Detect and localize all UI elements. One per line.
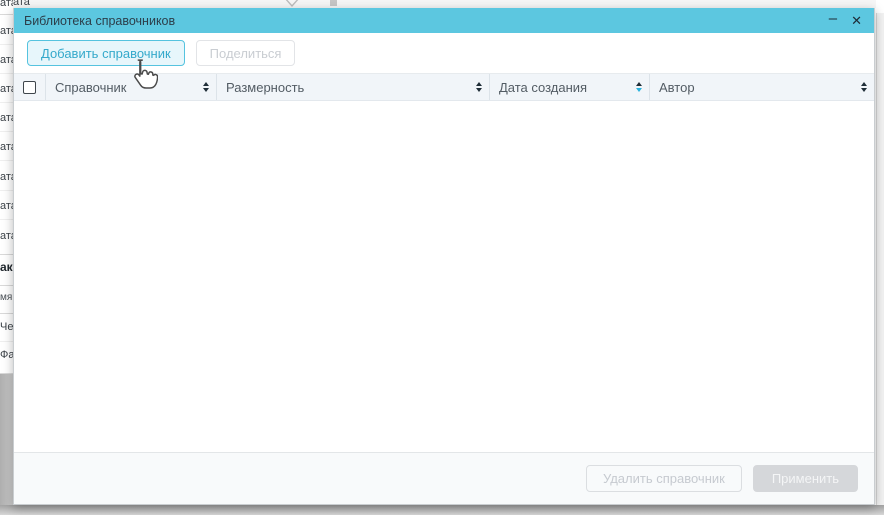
background-divider [0,313,13,314]
sort-icon[interactable] [197,82,209,92]
background-divider [0,14,13,15]
background-window-top-edge: ата [13,0,876,8]
background-shadow-strip [0,505,884,515]
minimize-icon[interactable]: – [829,11,837,26]
column-label: Автор [659,80,695,95]
background-row: Че [0,321,13,333]
background-scrollbar-fragment [330,0,337,6]
column-header-dictionary[interactable]: Справочник [45,74,216,100]
background-divider [0,44,13,45]
window-controls: – ✕ [829,13,862,28]
background-divider [0,219,13,220]
column-header-creation-date[interactable]: Дата создания [489,74,649,100]
chevron-down-icon [283,0,301,8]
column-header-author[interactable]: Автор [649,74,874,100]
background-row: мя [0,292,12,303]
apply-button[interactable]: Применить [753,465,858,492]
column-header-dimension[interactable]: Размерность [216,74,489,100]
background-window-left-edge: ата ата ата ата ата ата ата ата ата ак м… [0,0,13,515]
dialog-toolbar: Добавить справочник Поделиться [14,33,874,73]
table-header: Справочник Размерность Дата создания Авт… [14,73,874,101]
background-divider [0,102,13,103]
background-text: ата [13,0,30,8]
sort-icon-active[interactable] [630,82,642,92]
background-divider [0,131,13,132]
column-label: Размерность [226,80,304,95]
select-all-checkbox[interactable] [23,81,36,94]
dialog-footer: Удалить справочник Применить [14,452,874,504]
close-icon[interactable]: ✕ [851,14,862,27]
share-button[interactable]: Поделиться [196,40,296,66]
column-label: Справочник [55,80,127,95]
background-row: ата [0,25,13,37]
background-row: ата [0,112,13,124]
dialog-library: Библиотека справочников – ✕ Добавить спр… [13,8,875,505]
background-row: ата [0,0,13,9]
background-divider [0,160,13,161]
background-row: ата [0,83,13,95]
sort-icon[interactable] [855,82,867,92]
background-divider [0,285,13,286]
background-window-right-edge [876,0,884,515]
background-row: ата [0,141,13,153]
background-row: ата [0,171,13,183]
screen: ата ата ата ата ата ата ата ата ата ак м… [0,0,884,515]
background-row: ата [0,200,13,212]
column-label: Дата создания [499,80,587,95]
background-row: ата [0,230,13,242]
background-row: ата [0,54,13,66]
background-row: Фа [0,349,13,361]
delete-dictionary-button[interactable]: Удалить справочник [586,465,742,492]
background-divider [0,341,13,342]
sort-icon[interactable] [470,82,482,92]
select-all-cell [14,74,45,100]
background-corner [876,0,884,13]
table-body-empty[interactable] [14,101,874,452]
dialog-title: Библиотека справочников [24,14,175,28]
background-row: ак [0,260,13,274]
background-gray-area [0,374,13,515]
background-divider [0,190,13,191]
dialog-titlebar[interactable]: Библиотека справочников – ✕ [14,8,874,33]
background-divider [0,254,13,255]
add-dictionary-button[interactable]: Добавить справочник [27,40,185,66]
background-divider [0,73,13,74]
